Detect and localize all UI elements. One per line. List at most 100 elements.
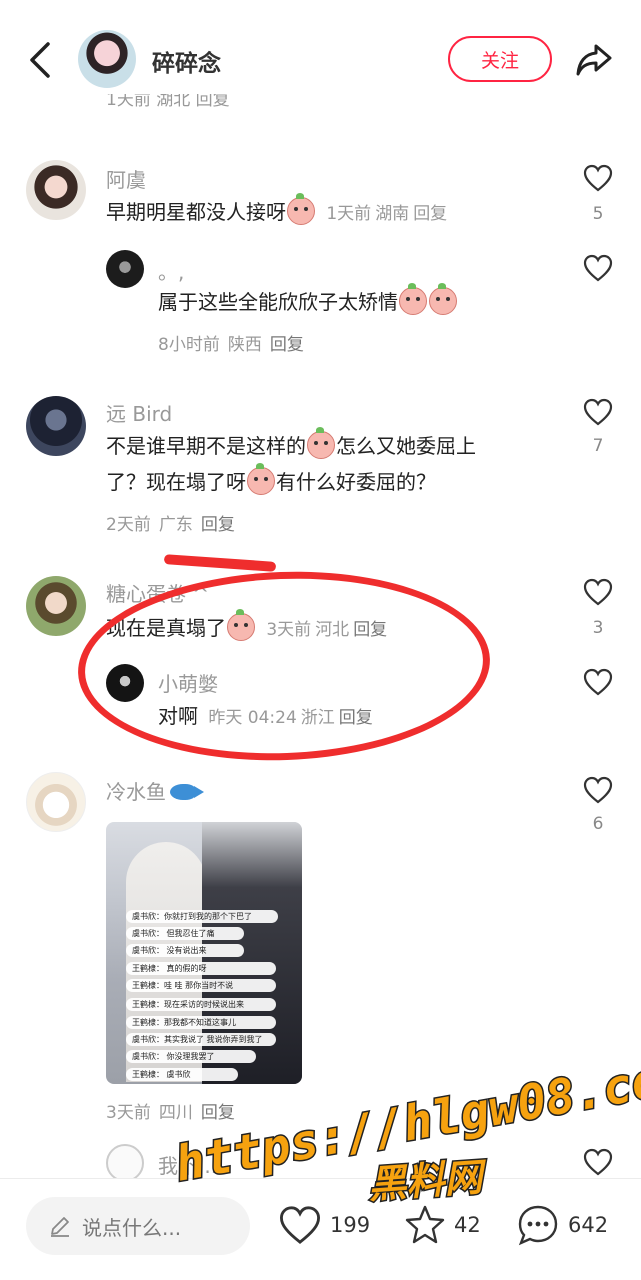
comment-text: 早期明星都没人接呀 1天前 湖南 回复: [106, 193, 447, 230]
comment-text-line: 不是谁早期不是这样的 怎么又她委屈上: [106, 427, 476, 462]
like-count: 6: [592, 814, 604, 834]
like-count: 7: [592, 436, 604, 456]
author-name[interactable]: 碎碎念: [152, 44, 221, 78]
comment-text-line: 了？现在塌了呀 有什么好委屈的？: [106, 463, 436, 498]
heart-icon[interactable]: [583, 776, 613, 804]
heart-icon[interactable]: [583, 1148, 613, 1176]
reply-link[interactable]: 回复: [339, 708, 373, 728]
share-icon[interactable]: [574, 40, 614, 80]
reply-text: 对啊 昨天 04:24 浙江 回复: [158, 700, 373, 734]
image-subtitle: 王鹤棣： 真的假的呀: [126, 962, 276, 975]
favorite-action[interactable]: 42: [404, 1199, 481, 1251]
reply-name[interactable]: 。,: [158, 256, 184, 285]
like-total: 199: [330, 1213, 371, 1237]
commenter-name[interactable]: 糖心蛋卷 ^: [106, 578, 209, 607]
comment-icon: [518, 1205, 558, 1246]
image-subtitle: 王鹤棣： 虞书欣: [126, 1068, 238, 1081]
heart-icon: [279, 1206, 321, 1244]
like-count: 5: [592, 204, 604, 224]
comment-text: 现在是真塌了 3天前 河北 回复: [106, 609, 387, 646]
reply-location: 陕西: [227, 335, 262, 355]
image-subtitle: 王鹤棣：现在采访的时候说出来: [126, 998, 276, 1011]
comment-location: 河北: [315, 620, 350, 640]
fish-emoji: [170, 784, 204, 800]
comment-input[interactable]: 说点什么...: [26, 1197, 250, 1255]
comment-meta: 2天前 广东 回复: [106, 510, 243, 535]
star-icon: [405, 1205, 445, 1244]
comment-text-part: 了？现在塌了呀: [106, 470, 246, 494]
image-subtitle: 王鹤棣：哇 哇 那你当时不说: [126, 979, 276, 992]
reply-link[interactable]: 回复: [201, 515, 235, 535]
comment-input-placeholder: 说点什么...: [82, 1215, 182, 1240]
top-bar: 碎碎念 关注 1天前 湖北 回复: [0, 0, 641, 110]
commenter-name[interactable]: 远 Bird: [106, 398, 172, 427]
reply-text-content: 对啊: [158, 704, 198, 728]
commenter-avatar[interactable]: [26, 576, 86, 636]
comment-meta: 3天前 四川 回复: [106, 1098, 243, 1123]
reply-link[interactable]: 回复: [270, 335, 304, 355]
crying-emoji: [307, 427, 335, 459]
pen-icon: [51, 1217, 69, 1237]
comment-total: 642: [568, 1213, 609, 1237]
heart-icon[interactable]: [583, 578, 613, 606]
heart-icon[interactable]: [583, 398, 613, 426]
reply-link[interactable]: 回复: [201, 1103, 235, 1123]
angry-emoji: [247, 463, 275, 495]
comment-time: 3天前: [106, 1103, 151, 1123]
comment-text-content: 早期明星都没人接呀: [106, 200, 286, 224]
reply-text-content: 属于这些全能欣欣子太矫情: [158, 290, 398, 314]
reply-location: 浙江: [300, 708, 335, 728]
favorite-total: 42: [454, 1213, 481, 1237]
comment-time: 3天前: [266, 620, 312, 640]
image-subtitle: 虞书欣： 没有说出来: [126, 944, 244, 957]
reply-text: 属于这些全能欣欣子太矫情: [158, 283, 458, 318]
like-count: 3: [592, 618, 604, 638]
heart-icon[interactable]: [583, 164, 613, 192]
comments-action[interactable]: 642: [516, 1199, 608, 1251]
comment-time: 1天前: [326, 204, 372, 224]
author-avatar[interactable]: [78, 30, 136, 88]
commenter-avatar[interactable]: [26, 396, 86, 456]
clipped-comment-meta: 1天前 湖北 回复: [106, 94, 230, 110]
image-subtitle: 王鹤棣：那我都不知道这事儿: [126, 1016, 276, 1029]
comment-location: 四川: [158, 1103, 193, 1123]
heart-icon[interactable]: [583, 254, 613, 282]
crying-emoji: [287, 193, 315, 225]
image-subtitle: 虞书欣： 但我忍住了痛: [126, 927, 244, 940]
comment-text-part: 怎么又她委屈上: [336, 434, 476, 458]
comment-text-part: 有什么好委屈的？: [276, 470, 436, 494]
comment-location: 广东: [158, 515, 193, 535]
commenter-avatar[interactable]: [26, 160, 86, 220]
bottom-action-bar: 说点什么... 199 42 642: [0, 1178, 641, 1280]
commenter-avatar[interactable]: [26, 772, 86, 832]
reply-time: 8小时前: [158, 335, 220, 355]
back-icon[interactable]: [26, 40, 56, 80]
comment-meta: 1天前 湖南 回复: [322, 204, 447, 224]
comment-meta: 3天前 河北 回复: [262, 620, 387, 640]
image-subtitle: 虞书欣：其实我说了 我说你弄到我了: [126, 1033, 276, 1046]
reply-link[interactable]: 回复: [413, 204, 447, 224]
reply-meta: 昨天 04:24 浙江 回复: [204, 708, 372, 728]
crying-emoji: [227, 609, 255, 641]
image-subtitle: 虞书欣：你就打到我的那个下巴了: [126, 910, 278, 923]
reply-avatar[interactable]: [106, 664, 144, 702]
watermark-site: 黑料网: [365, 1154, 485, 1209]
reply-time: 昨天 04:24: [208, 708, 297, 728]
reply-link[interactable]: 回复: [353, 620, 387, 640]
annotation-stroke: [163, 554, 277, 572]
like-action[interactable]: 199: [278, 1199, 370, 1251]
reply-meta: 8小时前 陕西 回复: [158, 330, 312, 355]
comment-text-content: 现在是真塌了: [106, 616, 226, 640]
comment-location: 湖南: [375, 204, 410, 224]
comment-image[interactable]: 虞书欣：你就打到我的那个下巴了 虞书欣： 但我忍住了痛 虞书欣： 没有说出来 王…: [106, 822, 302, 1084]
comment-time: 2天前: [106, 515, 151, 535]
commenter-name[interactable]: 阿虞: [106, 164, 146, 193]
sad-emoji: [399, 283, 427, 315]
commenter-name[interactable]: 冷水鱼: [106, 776, 204, 805]
follow-button[interactable]: 关注: [448, 36, 552, 82]
image-subtitle: 虞书欣： 你没理我罢了: [126, 1050, 256, 1063]
reply-avatar[interactable]: [106, 1144, 144, 1182]
heart-icon[interactable]: [583, 668, 613, 696]
reply-name[interactable]: 小萌嫳: [158, 668, 218, 697]
reply-avatar[interactable]: [106, 250, 144, 288]
